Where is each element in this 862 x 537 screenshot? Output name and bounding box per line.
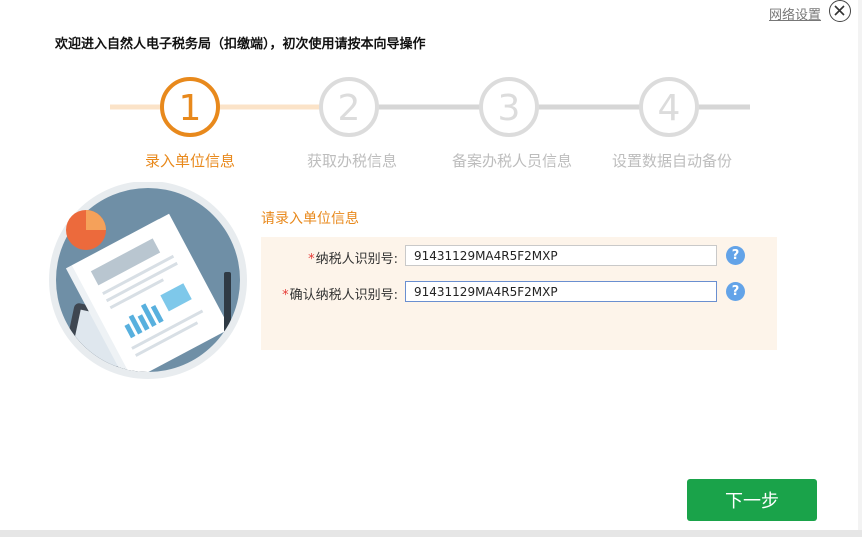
window-bottom-edge <box>0 530 862 537</box>
network-settings-link[interactable]: 网络设置 <box>769 4 821 23</box>
welcome-text: 欢迎进入自然人电子税务局（扣缴端），初次使用请按本向导操作 <box>55 37 426 52</box>
step-3-circle: 3 <box>479 77 539 137</box>
step-number: 3 <box>498 88 521 129</box>
taxpayer-id-input[interactable] <box>405 245 717 266</box>
help-icon[interactable]: ? <box>726 282 745 301</box>
required-mark: * <box>282 288 289 303</box>
confirm-taxpayer-id-input[interactable] <box>405 281 717 302</box>
close-icon[interactable] <box>829 0 851 22</box>
form-title: 请录入单位信息 <box>261 211 359 227</box>
step-1-circle: 1 <box>160 77 220 137</box>
step-2-circle: 2 <box>319 77 379 137</box>
step-4-circle: 4 <box>639 77 699 137</box>
confirm-taxpayer-id-label: *确认纳税人识别号: <box>258 284 398 303</box>
taxpayer-id-label: *纳税人识别号: <box>258 248 398 267</box>
step-3-label: 备案办税人员信息 <box>451 152 572 170</box>
window-edge <box>858 0 862 530</box>
next-button[interactable]: 下一步 <box>687 479 817 521</box>
step-2-label: 获取办税信息 <box>306 152 397 170</box>
taxpayer-id-label-text: 纳税人识别号: <box>315 252 398 267</box>
step-number: 4 <box>658 88 681 129</box>
help-icon[interactable]: ? <box>726 246 745 265</box>
step-number: 2 <box>338 88 361 129</box>
document-illustration <box>49 182 247 379</box>
confirm-taxpayer-id-label-text: 确认纳税人识别号: <box>289 288 398 303</box>
wizard-progress: 1 2 3 4 <box>110 77 750 137</box>
step-1-label: 录入单位信息 <box>144 152 235 170</box>
step-4-label: 设置数据自动备份 <box>611 152 732 170</box>
step-number: 1 <box>179 88 202 129</box>
required-mark: * <box>308 252 315 267</box>
